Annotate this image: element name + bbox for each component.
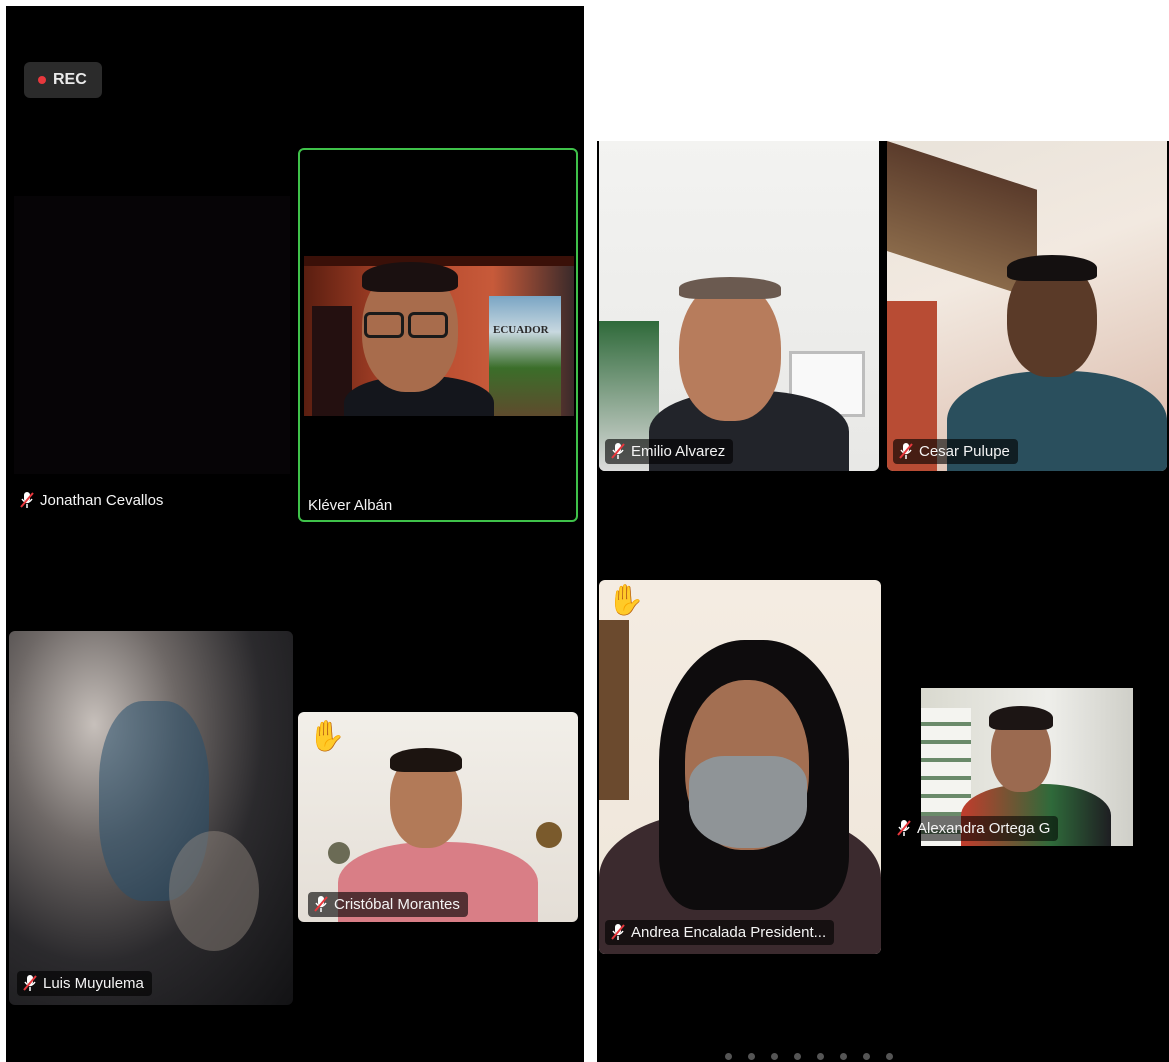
name-tag: Luis Muyulema bbox=[17, 971, 152, 996]
left-gallery-panel: REC Jonathan Cevallos ECUADOR Kléver Alb… bbox=[6, 6, 584, 1062]
participant-tile-cesar[interactable]: Cesar Pulupe bbox=[887, 141, 1167, 471]
page-dot[interactable] bbox=[863, 1053, 870, 1060]
participant-name: Jonathan Cevallos bbox=[40, 491, 164, 509]
rec-label: REC bbox=[53, 71, 87, 88]
participant-video bbox=[599, 141, 879, 471]
page-dot[interactable] bbox=[886, 1053, 893, 1060]
participant-video bbox=[599, 580, 881, 954]
page-dot[interactable] bbox=[817, 1053, 824, 1060]
name-tag: Alexandra Ortega G bbox=[891, 816, 1059, 841]
poster-text: ECUADOR bbox=[493, 324, 549, 336]
page-dot[interactable] bbox=[725, 1053, 732, 1060]
rec-dot-icon bbox=[38, 76, 46, 84]
recording-badge[interactable]: REC bbox=[24, 62, 102, 98]
participant-name: Cesar Pulupe bbox=[919, 442, 1010, 460]
name-tag: Jonathan Cevallos bbox=[20, 488, 171, 513]
page-dot[interactable] bbox=[840, 1053, 847, 1060]
face-mask bbox=[689, 756, 807, 848]
participant-tile-alexandra[interactable]: Alexandra Ortega G bbox=[891, 688, 1141, 848]
participant-tile-luis[interactable]: Luis Muyulema bbox=[9, 631, 293, 1005]
name-tag: Emilio Alvarez bbox=[605, 439, 734, 464]
participant-name: Kléver Albán bbox=[308, 497, 393, 514]
door-shape bbox=[599, 620, 629, 800]
blurred-shape bbox=[169, 831, 259, 951]
participant-tile-andrea[interactable]: ✋ Andrea Encalada President... bbox=[599, 580, 881, 954]
participant-name: Luis Muyulema bbox=[43, 974, 144, 992]
person-head bbox=[679, 281, 781, 421]
raised-hand-icon: ✋ bbox=[308, 720, 346, 753]
page-indicator[interactable] bbox=[725, 1053, 893, 1060]
participant-tile-klever[interactable]: ECUADOR Kléver Albán bbox=[298, 148, 578, 522]
name-tag: Andrea Encalada President... bbox=[605, 920, 835, 945]
name-tag: Cristóbal Morantes bbox=[308, 892, 468, 917]
wall-plate bbox=[536, 822, 562, 848]
participant-video: ECUADOR bbox=[304, 256, 574, 416]
participant-tile-jonathan[interactable]: Jonathan Cevallos bbox=[8, 148, 294, 522]
participant-tile-emilio[interactable]: Emilio Alvarez bbox=[599, 141, 879, 471]
person-glasses bbox=[364, 312, 404, 338]
raised-hand-icon: ✋ bbox=[607, 584, 645, 617]
mic-muted-icon bbox=[897, 819, 911, 837]
page-dot[interactable] bbox=[748, 1053, 755, 1060]
name-tag: Cesar Pulupe bbox=[893, 439, 1018, 464]
participant-name: Cristóbal Morantes bbox=[334, 895, 460, 913]
participant-tile-cristobal[interactable]: ✋ Cristóbal Morantes bbox=[298, 712, 578, 922]
participant-name: Emilio Alvarez bbox=[631, 442, 726, 460]
wall-plate bbox=[328, 842, 350, 864]
poster-image: ECUADOR bbox=[489, 296, 561, 416]
person-hair bbox=[989, 706, 1053, 730]
mic-muted-icon bbox=[899, 442, 913, 460]
participant-video bbox=[887, 141, 1167, 471]
right-gallery-panel: Emilio Alvarez Cesar Pulupe ✋ Andrea Enc… bbox=[597, 141, 1169, 1062]
participant-name: Andrea Encalada President... bbox=[631, 923, 827, 941]
person-hair bbox=[362, 262, 458, 292]
person-glasses bbox=[408, 312, 448, 338]
video-off-area bbox=[14, 196, 290, 474]
name-tag: Kléver Albán bbox=[308, 494, 400, 518]
participant-name: Alexandra Ortega G bbox=[917, 819, 1051, 837]
mic-muted-icon bbox=[611, 923, 625, 941]
mic-muted-icon bbox=[23, 974, 37, 992]
participant-video bbox=[9, 631, 293, 1005]
person-hair bbox=[679, 277, 781, 299]
page-dot[interactable] bbox=[794, 1053, 801, 1060]
person-hair bbox=[390, 748, 462, 772]
person-hair bbox=[1007, 255, 1097, 281]
mic-muted-icon bbox=[20, 491, 34, 509]
mic-muted-icon bbox=[314, 895, 328, 913]
mic-muted-icon bbox=[611, 442, 625, 460]
page-dot[interactable] bbox=[771, 1053, 778, 1060]
